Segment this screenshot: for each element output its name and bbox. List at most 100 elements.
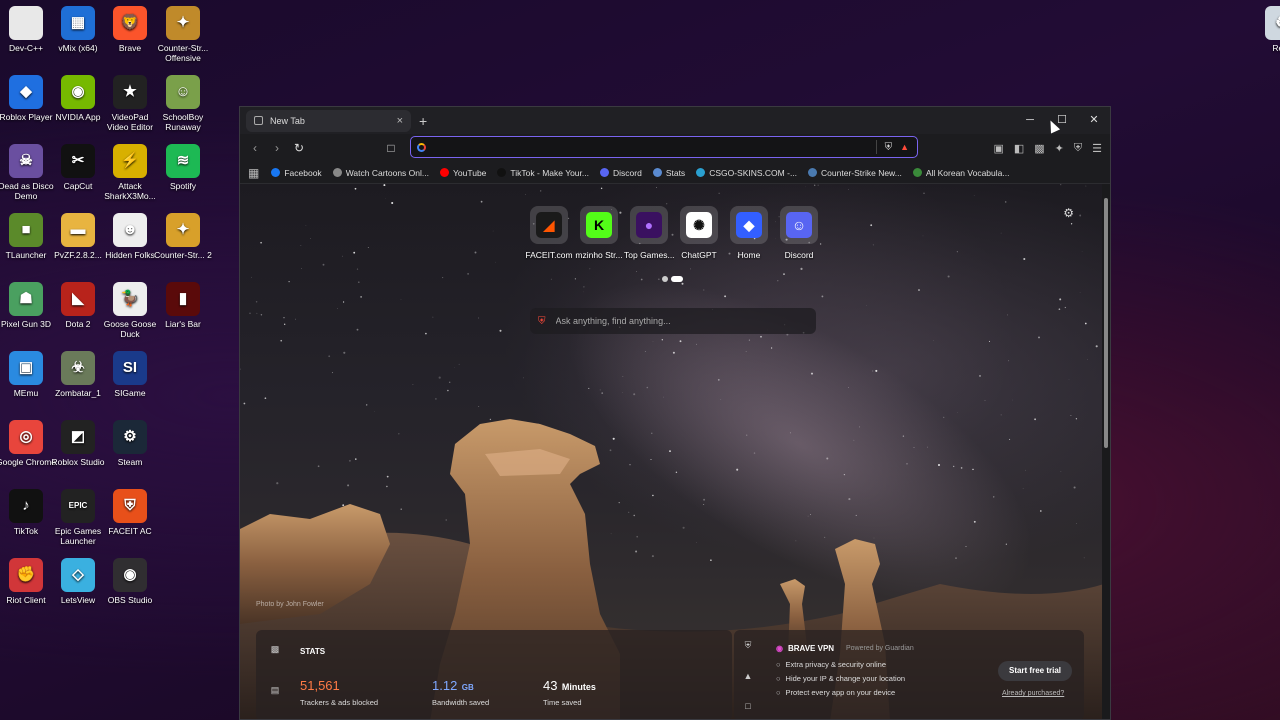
top-site-tile[interactable]: ☺ Discord bbox=[774, 206, 824, 260]
search-input[interactable] bbox=[555, 316, 786, 326]
bookmark-korean-vocab[interactable]: All Korean Vocabula... bbox=[912, 168, 1009, 178]
desktop-icon-recycle-bin[interactable]: ♻ Recy bbox=[1252, 6, 1280, 53]
page-scrollbar[interactable] bbox=[1102, 184, 1110, 719]
obs-icon: ◉ bbox=[113, 558, 147, 592]
desktop-icon-folder[interactable]: ▬ PvZF.2.8.2... bbox=[48, 213, 108, 260]
minimize-button[interactable]: ─ bbox=[1014, 107, 1046, 134]
desktop-icon-steam[interactable]: ⚙ Steam bbox=[100, 420, 160, 467]
desktop-icon-windows-grid[interactable]: ▦ vMix (x64) bbox=[48, 6, 108, 53]
bookmark-page-icon[interactable]: □ bbox=[386, 141, 396, 155]
top-games-icon: ● bbox=[636, 212, 662, 238]
cs2-icon-glyph: ✦ bbox=[176, 221, 190, 238]
start-free-trial-button[interactable]: Start free trial bbox=[998, 661, 1072, 681]
desktop-icon-label: Roblox Studio bbox=[51, 457, 105, 467]
schoolboy-icon-glyph: ☺ bbox=[175, 83, 191, 100]
rewards-tab-icon[interactable]: ▲ bbox=[740, 671, 756, 681]
scrollbar-thumb[interactable] bbox=[1104, 198, 1108, 448]
tile-icon-frame: ✺ bbox=[680, 206, 718, 244]
bookmark-facebook[interactable]: Facebook bbox=[271, 168, 322, 178]
menu-icon[interactable]: ☰ bbox=[1092, 142, 1102, 155]
top-site-tile[interactable]: ◢ FACEIT.com bbox=[524, 206, 574, 260]
back-button[interactable]: ‹ bbox=[250, 141, 260, 155]
bookmark-cs-news[interactable]: Counter-Strike New... bbox=[808, 168, 902, 178]
photo-credit[interactable]: Photo by John Fowler bbox=[256, 601, 324, 608]
vpn-shield-icon[interactable]: ⛨ bbox=[1074, 142, 1082, 155]
desktop-icon-goose[interactable]: 🦆 Goose Goose Duck bbox=[100, 282, 160, 339]
steam-icon-glyph: ⚙ bbox=[123, 428, 137, 445]
desktop-icon-zombatar[interactable]: ☣ Zombatar_1 bbox=[48, 351, 108, 398]
desktop-icon-dota[interactable]: ◣ Dota 2 bbox=[48, 282, 108, 329]
forward-button[interactable]: › bbox=[272, 141, 282, 155]
epic-games-icon-glyph: EPIC bbox=[68, 501, 88, 510]
new-tab-button[interactable]: + bbox=[419, 113, 427, 129]
desktop-icon-shark[interactable]: ⚡ Attack SharkX3Mo... bbox=[100, 144, 160, 201]
desktop-icon-brave-lion[interactable]: 🦁 Brave bbox=[100, 6, 160, 53]
desktop-icon-videopad[interactable]: ★ VideoPad Video Editor bbox=[100, 75, 160, 132]
bookmark-stats[interactable]: Stats bbox=[652, 168, 685, 178]
top-site-tile[interactable]: ● Top Games... bbox=[624, 206, 674, 260]
desktop-icon-hidden-folks[interactable]: ☻ Hidden Folks bbox=[100, 213, 160, 260]
riot-icon: ✊ bbox=[9, 558, 43, 592]
stats-chart-icon[interactable]: ▩ bbox=[265, 644, 285, 655]
bookmark-youtube[interactable]: YouTube bbox=[440, 168, 486, 178]
desktop-icon-label: Hidden Folks bbox=[105, 250, 155, 260]
kick-icon: K bbox=[586, 212, 612, 238]
leo-ai-icon[interactable]: ✦ bbox=[1055, 142, 1064, 155]
desktop-icon-label: FACEIT AC bbox=[108, 526, 152, 536]
desktop-icon-label: Goose Goose Duck bbox=[103, 319, 157, 339]
address-bar[interactable]: ⛨ ▲ bbox=[410, 136, 918, 158]
desktop-icon-label: CapCut bbox=[63, 181, 93, 191]
desktop-icon-nvidia[interactable]: ◉ NVIDIA App bbox=[48, 75, 108, 122]
steam-icon: ⚙ bbox=[113, 420, 147, 454]
address-input[interactable] bbox=[432, 138, 876, 156]
tab-close-button[interactable]: × bbox=[397, 115, 403, 127]
close-window-button[interactable]: ✕ bbox=[1078, 107, 1110, 134]
search-box[interactable]: ⛨ bbox=[530, 308, 816, 334]
bookmark-csgo-skins[interactable]: CSGO-SKINS.COM -... bbox=[696, 168, 797, 178]
desktop-icon-label: OBS Studio bbox=[107, 595, 153, 605]
bookmark-label: CSGO-SKINS.COM -... bbox=[709, 167, 798, 178]
desktop-icon-schoolboy[interactable]: ☺ SchoolBoy Runaway bbox=[153, 75, 213, 132]
desktop-icon-liars-bar[interactable]: ▮ Liar's Bar bbox=[153, 282, 213, 329]
bookmark-discord[interactable]: Discord bbox=[600, 168, 642, 178]
desktop-icon-roblox-studio[interactable]: ◩ Roblox Studio bbox=[48, 420, 108, 467]
tab-new-tab[interactable]: New Tab × bbox=[246, 109, 411, 132]
news-icon[interactable]: ▤ bbox=[265, 685, 285, 696]
bookmark-globe[interactable]: Watch Cartoons Onl... bbox=[332, 168, 429, 178]
desktop-icon-sigame[interactable]: SI SIGame bbox=[100, 351, 160, 398]
skull-icon: ☠ bbox=[9, 144, 43, 178]
already-purchased-link[interactable]: Already purchased? bbox=[1002, 690, 1064, 697]
brave-shields-icon[interactable]: ⛨ bbox=[885, 142, 893, 153]
brave-lion-icon-glyph: 🦁 bbox=[120, 14, 140, 31]
reload-button[interactable]: ↻ bbox=[294, 141, 304, 155]
browser-window: New Tab × + ─ ☐ ✕ ‹ › ↻ □ ⛨ ▲ ▣ ◧ ▩ ✦ ⛨ … bbox=[239, 106, 1111, 720]
desktop-icon-epic-games[interactable]: EPIC Epic Games Launcher bbox=[48, 489, 108, 546]
pager-dot-1[interactable] bbox=[662, 276, 668, 282]
desktop-icon-obs[interactable]: ◉ OBS Studio bbox=[100, 558, 160, 605]
bookmark-tiktok[interactable]: TikTok - Make Your... bbox=[497, 168, 589, 178]
gear-icon[interactable]: ⚙ bbox=[1063, 206, 1074, 220]
bookmark-label: Counter-Strike New... bbox=[821, 167, 902, 178]
desktop-icon-faceit-ac[interactable]: ⛨ FACEIT AC bbox=[100, 489, 160, 536]
desktop-icon-cs2[interactable]: ✦ Counter-Str... 2 bbox=[153, 213, 213, 260]
top-site-tile[interactable]: ◆ Home bbox=[724, 206, 774, 260]
desktop-icon-capcut[interactable]: ✂ CapCut bbox=[48, 144, 108, 191]
bookmarks-bar: ▦ Facebook Watch Cartoons Onl... YouTube Ti… bbox=[240, 162, 1110, 184]
sidebar-toggle-icon[interactable]: ◧ bbox=[1014, 142, 1024, 155]
desktop-icon-spotify[interactable]: ≋ Spotify bbox=[153, 144, 213, 191]
desktop-icon-csgo[interactable]: ✦ Counter-Str... Offensive bbox=[153, 6, 213, 63]
new-tab-page: ⚙ ◢ FACEIT.com Kmzinho Str... ● Top Games...… bbox=[240, 184, 1104, 719]
vpn-tab-icon[interactable]: ⛨ bbox=[740, 640, 756, 651]
top-site-tile[interactable]: Kmzinho Str... bbox=[574, 206, 624, 260]
talk-tab-icon[interactable]: □ bbox=[740, 701, 756, 711]
pager-dot-2[interactable] bbox=[671, 276, 683, 282]
cs-news-icon bbox=[808, 168, 818, 177]
top-site-tile[interactable]: ✺ ChatGPT bbox=[674, 206, 724, 260]
wallet-icon[interactable]: ▩ bbox=[1034, 142, 1044, 155]
screenshot-icon[interactable]: ▣ bbox=[993, 142, 1003, 155]
desktop-icon-letsview[interactable]: ◇ LetsView bbox=[48, 558, 108, 605]
brave-rewards-icon[interactable]: ▲ bbox=[900, 142, 909, 152]
apps-grid-icon[interactable]: ▦ bbox=[248, 166, 259, 180]
desktop-icon-label: VideoPad Video Editor bbox=[106, 112, 154, 132]
check-icon: ○ bbox=[776, 660, 781, 669]
